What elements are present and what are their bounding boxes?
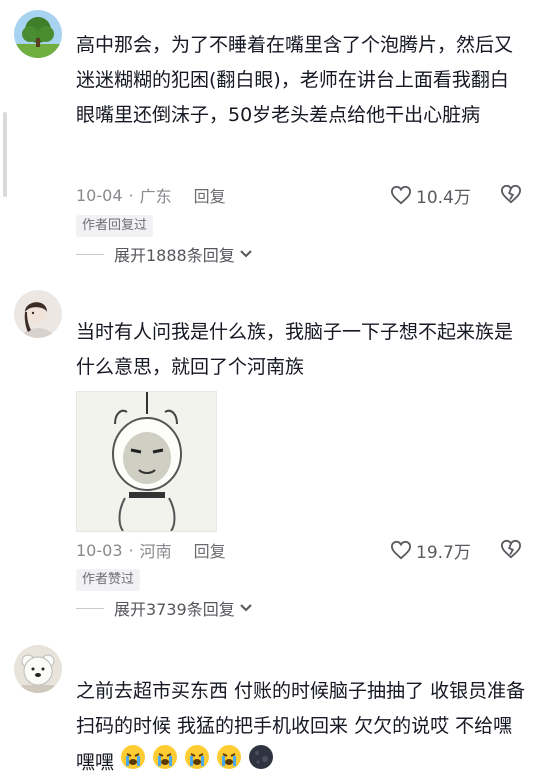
tree-avatar-icon[interactable] bbox=[14, 10, 62, 58]
comment-text: 当时有人问我是什么族，我脑子一下子想不起来族是什么意思，就回了个河南族 bbox=[76, 321, 514, 378]
comment-text: 高中那会，为了不睡着在嘴里含了个泡腾片，然后又迷迷糊糊的犯困(翻白眼)，老师在讲… bbox=[76, 34, 514, 126]
dislike-button[interactable] bbox=[500, 184, 522, 208]
scrollbar[interactable] bbox=[3, 112, 7, 197]
comment-location: 广东 bbox=[139, 187, 172, 206]
bear-avatar-icon[interactable] bbox=[14, 645, 62, 693]
reply-button[interactable]: 回复 bbox=[194, 538, 226, 562]
author-liked-badge: 作者赞过 bbox=[76, 569, 141, 591]
author-replied-badge: 作者回复过 bbox=[76, 215, 154, 237]
like-button[interactable]: 10.4万 bbox=[390, 181, 471, 209]
like-button[interactable]: 19.7万 bbox=[390, 536, 471, 564]
chevron-down-icon bbox=[240, 250, 252, 258]
loudly-crying-face-icon bbox=[153, 745, 178, 769]
dark-moon-face-icon bbox=[249, 745, 274, 769]
comment-date: 10-04 bbox=[76, 185, 123, 205]
comment-location: 河南 bbox=[139, 542, 172, 561]
loudly-crying-face-icon bbox=[121, 745, 146, 769]
meme-face-sticker-icon[interactable] bbox=[76, 391, 217, 532]
expand-replies-button[interactable]: 展开1888条回复 bbox=[76, 241, 253, 267]
broken-heart-icon bbox=[500, 539, 522, 559]
dislike-button[interactable] bbox=[500, 539, 522, 563]
heart-outline-icon bbox=[390, 185, 412, 205]
loudly-crying-face-icon bbox=[185, 745, 210, 769]
reply-button[interactable]: 回复 bbox=[194, 183, 226, 207]
expand-replies-button[interactable]: 展开3739条回复 bbox=[76, 595, 253, 621]
heart-outline-icon bbox=[390, 540, 412, 560]
emoji-group bbox=[120, 744, 274, 782]
comment-meta: 10-04 · 广东 回复 bbox=[76, 181, 226, 209]
expand-replies-label: 展开3739条回复 bbox=[114, 600, 235, 619]
separator-dot: · bbox=[128, 540, 134, 560]
chevron-down-icon bbox=[240, 604, 252, 612]
comment-meta: 10-03 · 河南 回复 bbox=[76, 536, 226, 564]
separator-dot: · bbox=[128, 185, 134, 205]
expand-replies-label: 展开1888条回复 bbox=[114, 246, 235, 265]
comment-date: 10-03 bbox=[76, 540, 123, 560]
broken-heart-icon bbox=[500, 184, 522, 204]
loudly-crying-face-icon bbox=[217, 745, 242, 769]
like-count: 10.4万 bbox=[416, 187, 471, 208]
divider-line bbox=[76, 607, 104, 609]
like-count: 19.7万 bbox=[416, 542, 471, 563]
divider-line bbox=[76, 253, 104, 255]
comment-text: 之前去超市买东西 付账的时候脑子抽抽了 收银员准备扫码的时候 我猛的把手机收回来… bbox=[76, 674, 526, 782]
girl-avatar-icon[interactable] bbox=[14, 290, 62, 338]
